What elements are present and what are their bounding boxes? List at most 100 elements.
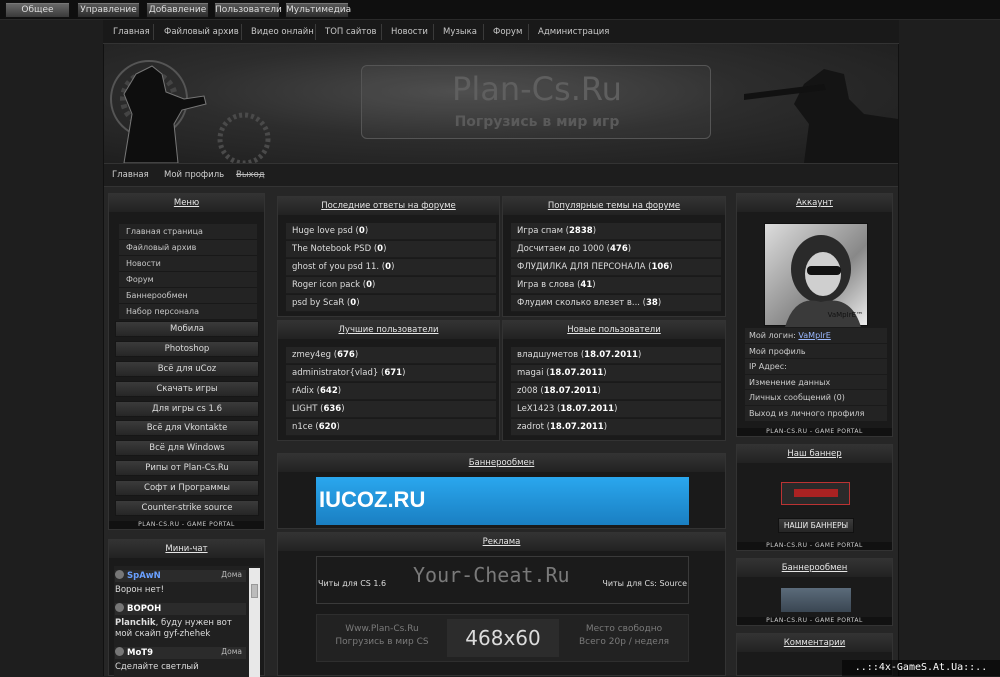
iucoz-banner[interactable]: IUCOZ.RU: [316, 477, 689, 525]
nav-home[interactable]: Главная: [113, 20, 150, 44]
forum-last-panel: Последние ответы на форуме Huge love psd…: [277, 196, 500, 317]
forum-popular-panel: Популярные темы на форуме Игра спам (283…: [502, 196, 726, 317]
menu-button-mobile[interactable]: Мобила: [115, 321, 259, 337]
user-subnav: Главная Мой профиль Выход: [104, 163, 898, 187]
subnav-my-profile[interactable]: Мой профиль: [164, 164, 224, 187]
menu-button-ucoz[interactable]: Всё для uCoz: [115, 361, 259, 377]
ads-panel: Реклама Читы для CS 1.6 Your-Cheat.Ru Чи…: [277, 532, 726, 676]
new-user-row[interactable]: владшуметов (18.07.2011): [511, 347, 721, 364]
ads-title[interactable]: Реклама: [278, 533, 725, 551]
right-banner-exchange-title[interactable]: Баннерообмен: [737, 559, 892, 577]
forum-last-row[interactable]: ghost of you psd 11. (0): [286, 259, 496, 276]
chat-username[interactable]: MoT9: [127, 648, 153, 658]
banner-exchange-title[interactable]: Баннерообмен: [278, 454, 725, 472]
login-link[interactable]: VaMpIrE: [798, 331, 830, 340]
menu-item-news[interactable]: Новости: [119, 256, 257, 272]
best-user-row[interactable]: administrator{vlad} (671): [286, 365, 496, 382]
forum-popular-row[interactable]: Досчитаем до 1000 (476): [511, 241, 721, 258]
new-users-title[interactable]: Новые пользователи: [503, 321, 725, 339]
menu-button-photoshop[interactable]: Photoshop: [115, 341, 259, 357]
forum-last-title[interactable]: Последние ответы на форуме: [278, 197, 499, 215]
forum-last-row[interactable]: Huge love psd (0): [286, 223, 496, 240]
cheat-banner[interactable]: Читы для CS 1.6 Your-Cheat.Ru Читы для C…: [316, 556, 689, 604]
tab-multimedia[interactable]: Мультимедиа: [285, 2, 351, 18]
site-banner-88x31[interactable]: [781, 482, 850, 505]
logo-box[interactable]: Plan-Cs.Ru Погрузись в мир игр: [361, 65, 711, 139]
menu-panel: Меню Главная страница Файловый архив Нов…: [108, 193, 265, 530]
our-banners-button[interactable]: НАШИ БАННЕРЫ: [778, 518, 854, 533]
best-user-row[interactable]: n1ce (620): [286, 419, 496, 436]
new-user-row[interactable]: z008 (18.07.2011): [511, 383, 721, 400]
our-banner-title[interactable]: Наш баннер: [737, 445, 892, 463]
forum-last-row[interactable]: The Notebook PSD (0): [286, 241, 496, 258]
cheat-right-text: Читы для Cs: Source: [602, 579, 687, 588]
user-icon: [115, 570, 124, 579]
ad-slot-site: Www.Plan-Cs.Ru: [345, 624, 419, 634]
account-logout[interactable]: Выход из личного профиля: [745, 405, 887, 422]
menu-item-forum[interactable]: Форум: [119, 272, 257, 288]
nav-forum[interactable]: Форум: [493, 20, 522, 44]
menu-button-rips[interactable]: Рипы от Plan-Cs.Ru: [115, 460, 259, 476]
cheat-logo-text: Your-Cheat.Ru: [413, 563, 570, 587]
best-users-title[interactable]: Лучшие пользователи: [278, 321, 499, 339]
forum-last-row[interactable]: psd by ScaR (0): [286, 295, 496, 312]
chat-username[interactable]: ВОРОН: [127, 604, 161, 614]
nav-news[interactable]: Новости: [391, 20, 428, 44]
nav-administration[interactable]: Администрация: [538, 20, 609, 44]
new-user-row[interactable]: magai (18.07.2011): [511, 365, 721, 382]
subnav-logout[interactable]: Выход: [236, 164, 265, 187]
forum-popular-title[interactable]: Популярные темы на форуме: [503, 197, 725, 215]
menu-button-css[interactable]: Counter-strike source: [115, 500, 259, 516]
best-user-row[interactable]: zmey4eg (676): [286, 347, 496, 364]
tab-add[interactable]: Добавление: [146, 2, 209, 18]
account-title: Аккаунт: [737, 194, 892, 212]
tab-users[interactable]: Пользователи: [214, 2, 282, 18]
brand-strip: PLAN-CS.RU - GAME PORTAL: [109, 521, 264, 529]
cheat-left-text: Читы для CS 1.6: [318, 579, 387, 588]
comments-title[interactable]: Комментарии: [737, 634, 892, 652]
exchange-banner-image[interactable]: [781, 588, 851, 612]
watermark: ..::4x-GameS.At.Ua::..: [842, 660, 1000, 676]
nav-music[interactable]: Музыка: [443, 20, 477, 44]
forum-popular-row[interactable]: Игра в слова (41): [511, 277, 721, 294]
account-my-profile[interactable]: Мой профиль: [745, 343, 887, 360]
menu-button-vkontakte[interactable]: Всё для Vkontakte: [115, 420, 259, 436]
menu-button-software[interactable]: Софт и Программы: [115, 480, 259, 496]
tab-management[interactable]: Управление: [77, 2, 140, 18]
nav-top-sites[interactable]: ТОП сайтов: [325, 20, 377, 44]
account-edit-data[interactable]: Изменение данных: [745, 374, 887, 391]
forum-popular-row[interactable]: Игра спам (2838): [511, 223, 721, 240]
forum-last-row[interactable]: Roger icon pack (0): [286, 277, 496, 294]
account-panel: Аккаунт VaMpIrE™ Мой логин: VaMpIrE Мой …: [736, 193, 893, 437]
banner-red-mark: [794, 489, 838, 497]
menu-button-cs16[interactable]: Для игры cs 1.6: [115, 401, 259, 417]
site-logo-title: Plan-Cs.Ru: [452, 70, 622, 108]
ad-slot-468x60[interactable]: Www.Plan-Cs.Ru Погрузись в мир CS 468x60 …: [316, 614, 689, 662]
menu-item-banner-exchange[interactable]: Баннерообмен: [119, 288, 257, 304]
menu-item-home[interactable]: Главная страница: [119, 224, 257, 240]
forum-popular-row[interactable]: Флудим сколько влезет в... (38): [511, 295, 721, 312]
avatar[interactable]: VaMpIrE™: [764, 223, 868, 327]
best-user-row[interactable]: rAdix (642): [286, 383, 496, 400]
menu-button-games[interactable]: Скачать игры: [115, 381, 259, 397]
menu-item-staff[interactable]: Набор персонала: [119, 304, 257, 320]
chat-mention: Planchik: [115, 618, 156, 628]
scrollbar-thumb[interactable]: [251, 584, 258, 598]
banner-text: IUCOZ.RU: [319, 487, 426, 512]
best-user-row[interactable]: LIGHT (636): [286, 401, 496, 418]
brand-strip: PLAN-CS.RU - GAME PORTAL: [737, 617, 892, 625]
chat-username[interactable]: SpAwN: [127, 571, 161, 581]
tab-general[interactable]: Общее: [5, 2, 70, 18]
subnav-home[interactable]: Главная: [112, 164, 149, 187]
nav-video[interactable]: Видео онлайн: [251, 20, 314, 44]
menu-item-file-archive[interactable]: Файловый архив: [119, 240, 257, 256]
nav-file-archive[interactable]: Файловый архив: [164, 20, 239, 44]
new-user-row[interactable]: zadrot (18.07.2011): [511, 419, 721, 436]
forum-popular-row[interactable]: ФЛУДИЛКА ДЛЯ ПЕРСОНАЛА (106): [511, 259, 721, 276]
user-icon: [115, 603, 124, 612]
new-user-row[interactable]: LeX1423 (18.07.2011): [511, 401, 721, 418]
our-banner-panel: Наш баннер НАШИ БАННЕРЫ PLAN-CS.RU - GAM…: [736, 444, 893, 551]
account-messages[interactable]: Личных сообщений (0): [745, 390, 887, 406]
menu-button-windows[interactable]: Всё для Windows: [115, 440, 259, 456]
minichat-scrollbar[interactable]: [249, 568, 260, 677]
